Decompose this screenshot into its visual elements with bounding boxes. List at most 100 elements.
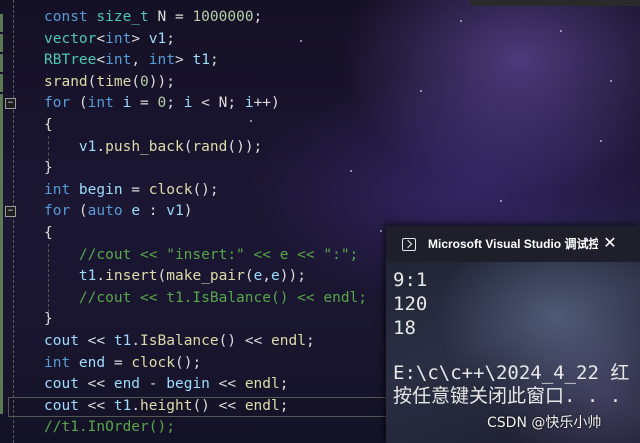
code-token: int — [44, 354, 79, 371]
code-token: height — [140, 397, 193, 414]
debug-console-window[interactable]: Microsoft Visual Studio 调试控 ✕ 9:1 120 18… — [386, 226, 640, 443]
code-token: i — [122, 95, 132, 112]
code-token: N = — [148, 9, 193, 25]
code-line[interactable]: for (int i = 0; i < N; i++) — [44, 93, 280, 114]
window-top-strip — [470, 0, 640, 6]
code-token: () << — [218, 333, 272, 349]
code-token: , — [131, 52, 149, 69]
code-token: { — [44, 117, 53, 133]
code-token: ( — [131, 73, 141, 90]
code-line[interactable]: const size_t N = 1000000; — [44, 7, 262, 28]
code-line[interactable]: for (auto e : v1) — [44, 201, 192, 222]
code-token: v1 — [78, 138, 97, 155]
code-token: v1 — [166, 203, 184, 220]
code-token: - — [140, 376, 167, 393]
code-token: int — [87, 95, 123, 112]
console-output-line: 120 — [393, 293, 428, 315]
console-titlebar[interactable]: Microsoft Visual Studio 调试控 ✕ — [386, 226, 640, 262]
code-token: )); — [279, 268, 306, 285]
code-token: clock — [148, 181, 193, 198]
code-token: ) — [183, 203, 193, 220]
code-token: : — [140, 203, 167, 220]
code-token: 0 — [140, 73, 149, 90]
code-line[interactable]: v1.push_back(rand()); — [44, 137, 262, 158]
code-token: { — [44, 225, 53, 241]
code-line[interactable]: int begin = clock(); — [44, 180, 219, 201]
code-token: (); — [174, 354, 202, 371]
code-token: < N; — [192, 95, 245, 112]
code-token: = — [131, 95, 158, 112]
code-token: , — [262, 268, 272, 285]
code-token: //t1.InOrder(); — [44, 419, 175, 436]
code-token: 0 — [157, 95, 167, 112]
code-token: . — [96, 138, 106, 155]
code-line[interactable]: vector<int> v1; — [44, 29, 175, 50]
code-token: << — [78, 333, 114, 349]
code-token: srand — [44, 73, 88, 90]
code-token: cout — [44, 376, 79, 393]
code-token: t1 — [113, 397, 132, 414]
console-output-line: 18 — [393, 317, 416, 339]
code-line[interactable]: //cout << "insert:" << e << ":"; — [44, 245, 358, 266]
code-line[interactable]: RBTree<int, int> t1; — [44, 50, 219, 71]
code-token: insert — [105, 268, 158, 285]
console-output-line: 9:1 — [393, 269, 428, 291]
code-token: endl — [244, 376, 280, 393]
code-token: cout — [44, 333, 79, 349]
editor-gutter: − − — [0, 0, 30, 443]
code-line[interactable]: } — [44, 158, 53, 179]
code-line[interactable]: cout << t1.IsBalance() << endl; — [44, 331, 315, 352]
code-token: for — [44, 95, 79, 112]
code-token: int — [105, 52, 132, 69]
change-marker — [0, 94, 3, 414]
code-token: e — [271, 268, 280, 285]
code-token: endl — [244, 397, 280, 414]
fold-toggle-icon[interactable]: − — [5, 98, 16, 109]
code-token: for — [44, 203, 79, 220]
code-token: end — [78, 354, 106, 371]
code-token: < — [96, 52, 106, 69]
code-line[interactable]: //t1.InOrder(); — [44, 417, 175, 438]
code-token: size_t — [96, 9, 149, 25]
code-token: const — [44, 9, 97, 25]
code-token: begin — [78, 181, 123, 198]
change-marker — [0, 54, 3, 72]
change-marker — [0, 14, 3, 32]
code-token: t1 — [78, 268, 97, 285]
console-output-line: E:\c\c++\2024_4_22 红 — [393, 362, 630, 384]
code-token: cout — [44, 397, 79, 414]
code-line[interactable]: } — [44, 309, 53, 330]
code-token: > — [131, 30, 149, 47]
code-token: ++) — [253, 95, 280, 112]
code-token: RBTree — [44, 52, 97, 69]
code-line[interactable]: cout << t1.height() << endl; — [44, 396, 288, 417]
code-line[interactable]: int end = clock(); — [44, 353, 201, 374]
code-token: e — [253, 268, 263, 285]
code-line[interactable]: //cout << t1.IsBalance() << endl; — [44, 288, 367, 309]
code-token: make_pair — [166, 268, 245, 285]
code-line[interactable]: t1.insert(make_pair(e,e)); — [44, 266, 306, 287]
code-token: ; — [166, 95, 184, 112]
console-output-line: 按任意键关闭此窗口. . . — [393, 385, 622, 407]
terminal-app-icon — [402, 238, 416, 251]
code-token: t1 — [113, 333, 132, 349]
code-line[interactable]: { — [44, 223, 53, 244]
code-token: () << — [192, 397, 245, 414]
code-line[interactable]: cout << end - begin << endl; — [44, 374, 288, 395]
fold-toggle-icon[interactable]: − — [5, 206, 16, 217]
code-token: int — [105, 30, 132, 47]
code-token: . — [96, 268, 106, 285]
code-line[interactable]: { — [44, 115, 53, 136]
code-token: = — [122, 181, 149, 198]
code-token: rand — [192, 138, 228, 155]
fold-guide-line — [13, 0, 14, 443]
code-token: e — [131, 203, 141, 220]
watermark-text: CSDN @快乐小帅 — [487, 415, 602, 431]
code-token: int — [44, 181, 79, 198]
close-icon[interactable]: ✕ — [600, 234, 620, 254]
code-line[interactable]: srand(time(0)); — [44, 72, 175, 93]
code-token: ()); — [227, 138, 263, 155]
